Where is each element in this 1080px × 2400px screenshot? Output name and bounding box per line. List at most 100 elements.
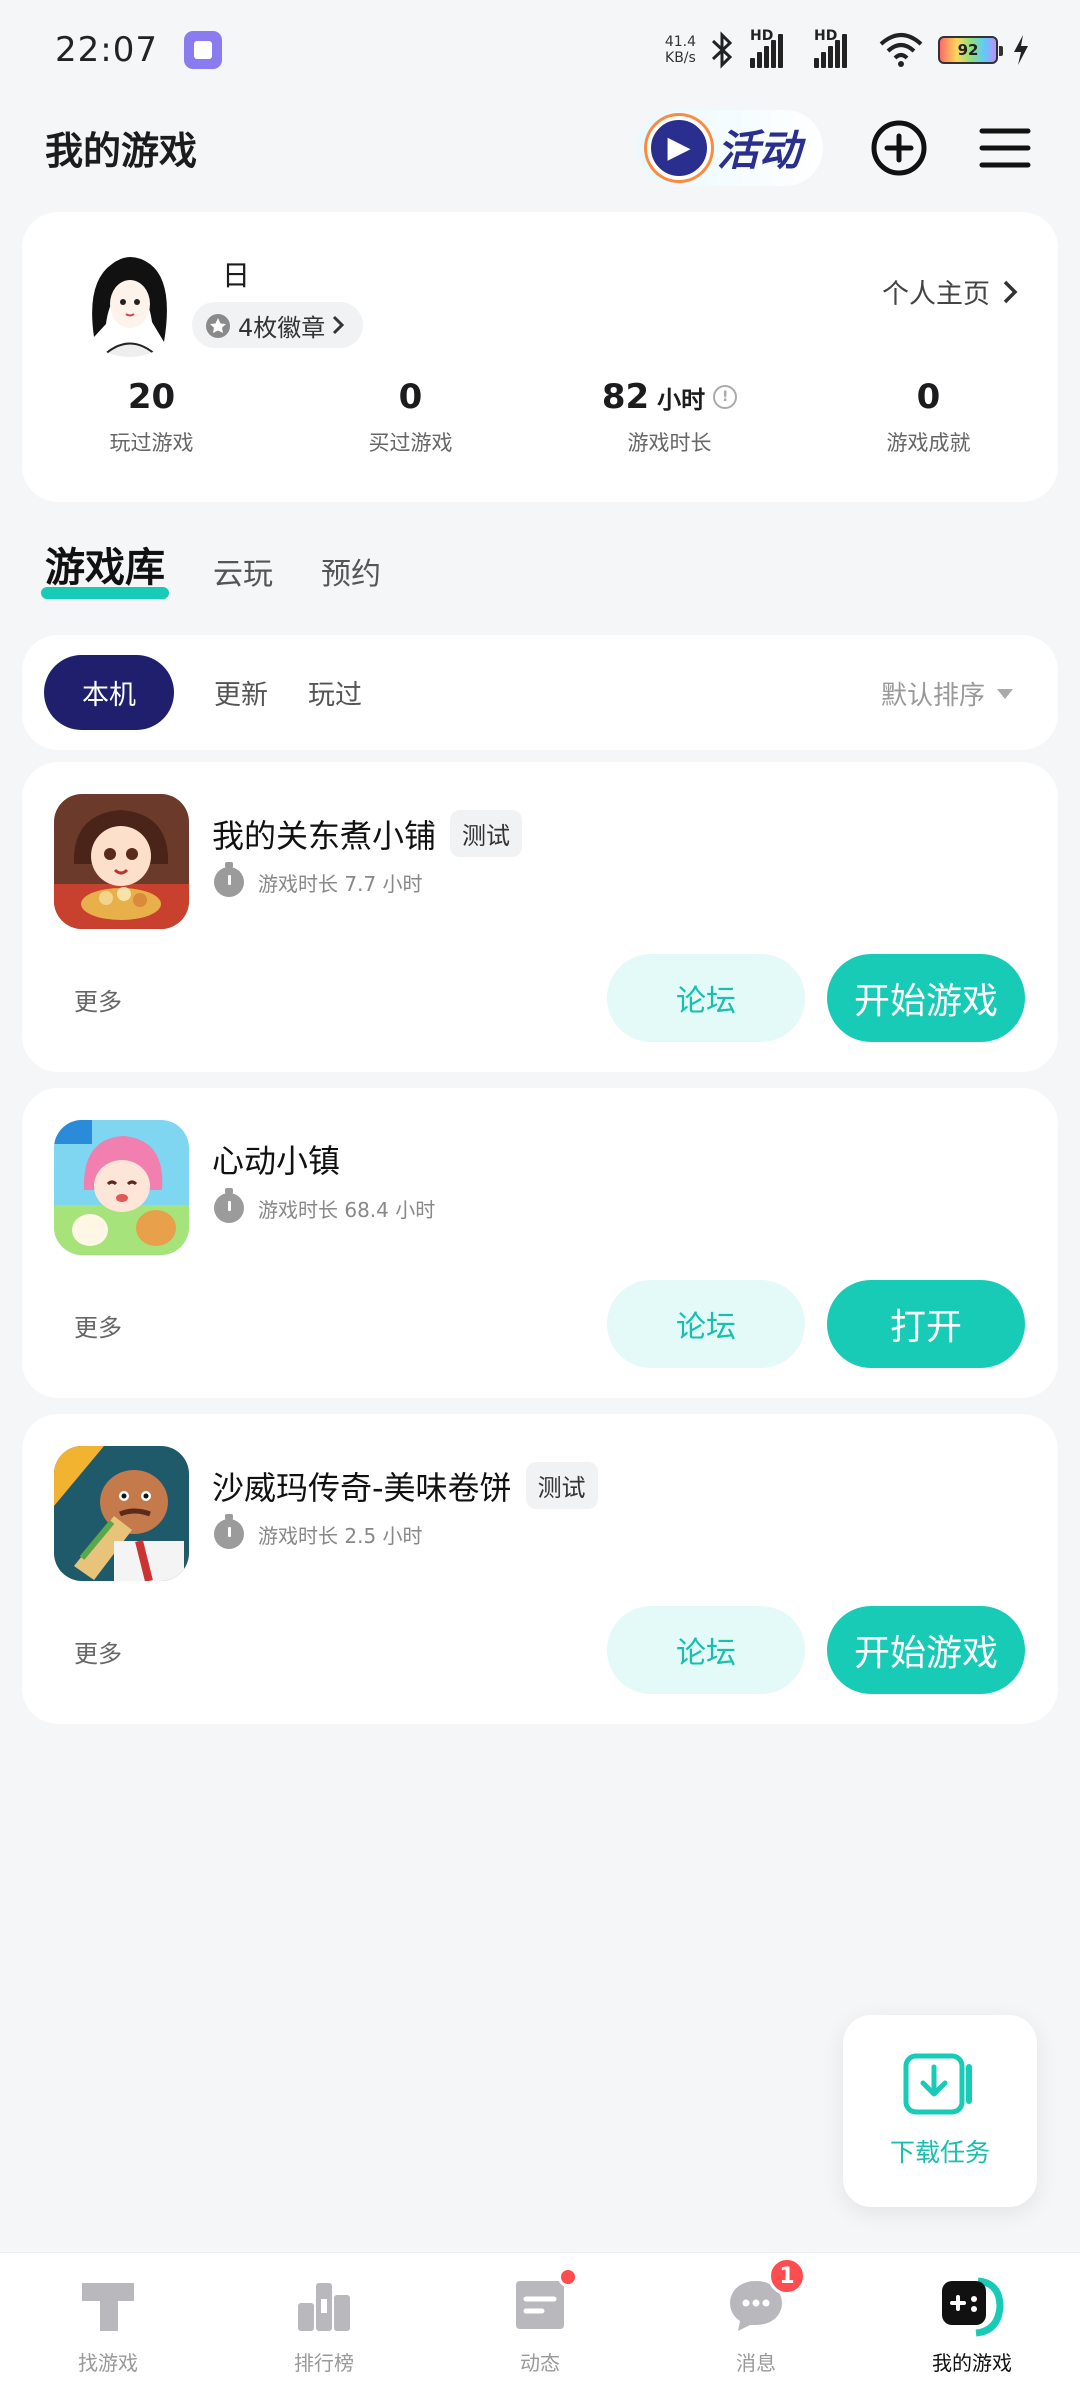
header: 我的游戏 ▶ 活动	[0, 100, 1080, 195]
tab-reservations[interactable]: 预约	[321, 549, 381, 593]
stat-play-time[interactable]: 82 小时 ! 游戏时长	[540, 377, 799, 457]
stat-unit: 小时	[657, 386, 706, 414]
chat-icon: 1	[722, 2257, 806, 2339]
info-icon[interactable]: !	[713, 385, 738, 409]
game-title[interactable]: 沙威玛传奇-美味卷饼	[212, 1463, 512, 1509]
stat-value: 82	[601, 377, 650, 417]
tab-game-library[interactable]: 游戏库	[41, 535, 169, 599]
unread-count-badge: 1	[768, 2257, 806, 2295]
nav-feed[interactable]: 动态	[432, 2253, 648, 2400]
app-notification-icon	[183, 31, 222, 69]
nav-find-games[interactable]: 找游戏	[0, 2253, 216, 2400]
nav-my-games[interactable]: 我的游戏	[864, 2253, 1080, 2400]
download-task-button[interactable]: 下载任务	[843, 2015, 1037, 2207]
filter-bar: 本机 更新 玩过 默认排序	[22, 635, 1058, 750]
forum-button[interactable]: 论坛	[607, 1606, 805, 1694]
timer-icon	[214, 862, 244, 897]
stat-achievements[interactable]: 0 游戏成就	[799, 377, 1058, 457]
timer-icon	[214, 1514, 244, 1549]
filter-chip-played[interactable]: 玩过	[308, 655, 362, 730]
start-game-button[interactable]: 开始游戏	[827, 954, 1025, 1042]
playtime-text: 游戏时长 68.4 小时	[258, 1197, 436, 1222]
rankings-icon	[290, 2271, 358, 2339]
game-art-image	[54, 1446, 189, 1581]
nav-label: 我的游戏	[932, 2351, 1012, 2375]
filter-chip-local[interactable]: 本机	[44, 655, 174, 730]
menu-icon	[979, 128, 1031, 167]
net-speed: 41.4 KB/s	[664, 34, 696, 66]
cell-signal-icon: HD	[750, 28, 800, 68]
cell-signal-icon: HD	[814, 28, 864, 68]
stats-row: 20 玩过游戏 0 买过游戏 82 小时 ! 游戏时长 0 游戏成就	[22, 377, 1058, 457]
playtime: 游戏时长 2.5 小时	[214, 1514, 423, 1549]
avatar[interactable]	[72, 242, 187, 357]
game-icon[interactable]	[54, 794, 189, 929]
nav-messages[interactable]: 1 消息	[648, 2253, 864, 2400]
game-title[interactable]: 心动小镇	[212, 1136, 340, 1182]
gamepad-icon	[938, 2271, 1006, 2339]
stat-played-games[interactable]: 20 玩过游戏	[22, 377, 281, 457]
feed-icon	[506, 2267, 578, 2339]
game-card: 沙威玛传奇-美味卷饼 测试 游戏时长 2.5 小时 更多 论坛 开始游戏	[22, 1414, 1058, 1724]
test-tag: 测试	[450, 810, 523, 857]
more-button[interactable]: 更多	[74, 1634, 122, 1669]
stat-label: 玩过游戏	[109, 431, 194, 455]
chevron-right-icon	[333, 315, 345, 335]
nav-rankings[interactable]: 排行榜	[216, 2253, 432, 2400]
forum-button[interactable]: 论坛	[607, 954, 805, 1042]
playtime: 游戏时长 7.7 小时	[214, 862, 423, 897]
nav-label: 消息	[736, 2351, 776, 2375]
battery-icon: 92	[938, 36, 1003, 64]
timer-icon	[214, 1188, 244, 1223]
test-tag: 测试	[525, 1462, 598, 1509]
badges-chip[interactable]: 4枚徽章	[192, 302, 364, 348]
stat-label: 买过游戏	[368, 431, 453, 455]
add-button[interactable]	[869, 118, 929, 178]
bottom-nav: 找游戏 排行榜 动态 1 消息 我的游戏	[0, 2252, 1080, 2400]
status-time: 22:07	[55, 30, 158, 70]
charging-icon	[1014, 35, 1028, 65]
profile-card: 日 4枚徽章 个人主页 20 玩过游戏 0 买过游戏 82 小时 ! 游戏时长 …	[22, 212, 1058, 502]
more-button[interactable]: 更多	[74, 982, 122, 1017]
sort-label: 默认排序	[880, 681, 985, 711]
homepage-link[interactable]: 个人主页	[882, 272, 1018, 311]
chevron-right-icon	[1003, 280, 1018, 303]
bluetooth-icon	[711, 31, 733, 69]
game-art-image	[54, 1120, 189, 1255]
sort-dropdown[interactable]: 默认排序	[881, 675, 1013, 712]
game-title[interactable]: 我的关东煮小铺	[212, 811, 436, 857]
plus-circle-icon	[871, 120, 927, 175]
medal-icon	[206, 314, 230, 338]
stat-value: 0	[398, 377, 423, 417]
open-game-button[interactable]: 打开	[827, 1280, 1025, 1368]
status-bar: 22:07 41.4 KB/s HD HD 92	[0, 0, 1080, 100]
start-game-button[interactable]: 开始游戏	[827, 1606, 1025, 1694]
playtime: 游戏时长 68.4 小时	[214, 1188, 436, 1223]
menu-button[interactable]	[975, 118, 1035, 178]
tab-cloud-play[interactable]: 云玩	[213, 549, 273, 593]
game-card: 我的关东煮小铺 测试 游戏时长 7.7 小时 更多 论坛 开始游戏	[22, 762, 1058, 1072]
badges-label: 4枚徽章	[238, 313, 326, 342]
user-name: 日	[222, 259, 251, 292]
stat-label: 游戏时长	[627, 431, 712, 455]
tap-logo-icon	[74, 2271, 142, 2339]
filter-chip-updates[interactable]: 更新	[214, 655, 268, 730]
game-icon[interactable]	[54, 1446, 189, 1581]
library-tabs: 游戏库 云玩 预约	[41, 535, 381, 599]
playtime-text: 游戏时长 2.5 小时	[258, 1523, 423, 1548]
activity-button[interactable]: ▶ 活动	[636, 109, 823, 186]
nav-label: 动态	[520, 2351, 560, 2375]
stat-bought-games[interactable]: 0 买过游戏	[281, 377, 540, 457]
page-title: 我的游戏	[45, 129, 198, 173]
download-task-label: 下载任务	[889, 2138, 990, 2167]
activity-label: 活动	[716, 126, 801, 175]
more-button[interactable]: 更多	[74, 1308, 122, 1343]
activity-logo-icon: ▶	[646, 115, 711, 180]
notification-dot	[558, 2267, 578, 2287]
dropdown-arrow-icon	[997, 688, 1013, 699]
stat-value: 20	[127, 377, 176, 417]
game-card: 心动小镇 游戏时长 68.4 小时 更多 论坛 打开	[22, 1088, 1058, 1398]
forum-button[interactable]: 论坛	[607, 1280, 805, 1368]
game-art-image	[54, 794, 189, 929]
game-icon[interactable]	[54, 1120, 189, 1255]
